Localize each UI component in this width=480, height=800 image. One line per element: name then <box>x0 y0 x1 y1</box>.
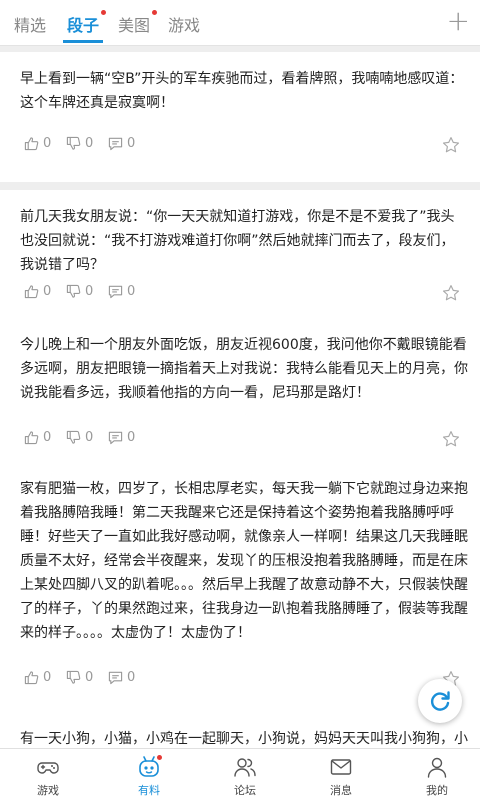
like-count: 0 <box>43 430 52 445</box>
gamepad-icon <box>37 762 59 774</box>
comment-count: 0 <box>127 284 136 299</box>
nav-label: 有料 <box>138 784 160 797</box>
tab-label: 精选 <box>14 16 47 35</box>
nav-label: 论坛 <box>234 784 256 797</box>
thumbs-down-icon <box>66 136 81 150</box>
thumbs-up-icon <box>24 671 39 685</box>
tab-label: 段子 <box>67 16 100 35</box>
nav-label: 游戏 <box>37 784 59 797</box>
dislike-count: 0 <box>85 430 94 445</box>
post-text: 早上看到一辆“空B”开头的军车疾驰而过，看着牌照，我喃喃地感叹道：这个车牌还真是… <box>20 71 464 111</box>
post-text: 今儿晚上和一个朋友外面吃饭，朋友近视600度，我问他你不戴眼镜能看多远啊，朋友把… <box>20 337 468 401</box>
thumbs-down-icon <box>66 284 81 298</box>
comment-count: 0 <box>127 670 136 685</box>
nav-label: 我的 <box>426 784 448 797</box>
dislike-button[interactable]: 0 <box>66 670 93 685</box>
bottom-nav-bar: 游戏 有料 论坛 消息 我的 <box>0 748 480 800</box>
like-button[interactable]: 0 <box>24 136 51 151</box>
nav-label: 消息 <box>330 784 352 797</box>
new-badge-dot <box>152 10 158 15</box>
tab-youxi[interactable]: 游戏 <box>168 12 200 36</box>
refresh-button[interactable] <box>418 679 462 723</box>
like-count: 0 <box>43 670 52 685</box>
nav-youliao[interactable]: 有料 <box>101 753 197 799</box>
star-icon[interactable] <box>442 136 460 154</box>
thumbs-up-icon <box>24 431 39 445</box>
nav-youxi[interactable]: 游戏 <box>0 753 96 799</box>
tab-duanzi[interactable]: 段子 <box>67 10 107 36</box>
comment-button[interactable]: 0 <box>108 430 135 445</box>
comment-icon <box>108 285 123 299</box>
post-card: 早上看到一辆“空B”开头的军车疾驰而过，看着牌照，我喃喃地感叹道：这个车牌还真是… <box>0 52 480 182</box>
like-button[interactable]: 0 <box>24 430 51 445</box>
top-tab-bar: 精选 段子 美图 游戏 + <box>0 0 480 46</box>
tab-label: 美图 <box>118 16 151 35</box>
nav-luntan[interactable]: 论坛 <box>197 753 293 799</box>
star-icon[interactable] <box>442 430 460 448</box>
nav-wode[interactable]: 我的 <box>389 753 480 799</box>
dislike-button[interactable]: 0 <box>66 430 93 445</box>
like-count: 0 <box>43 136 52 151</box>
comment-button[interactable]: 0 <box>108 670 135 685</box>
thumbs-down-icon <box>66 430 81 444</box>
dislike-button[interactable]: 0 <box>66 136 93 151</box>
comment-count: 0 <box>127 136 136 151</box>
nav-xiaoxi[interactable]: 消息 <box>293 753 389 799</box>
comment-count: 0 <box>127 430 136 445</box>
dislike-count: 0 <box>85 136 94 151</box>
forum-users-icon <box>234 758 256 777</box>
thumbs-up-icon <box>24 285 39 299</box>
refresh-icon <box>430 691 450 711</box>
comment-icon <box>108 137 123 151</box>
post-card: 家有肥猫一枚，四岁了，长相忠厚老实，每天我一躺下它就跑过身边来抱着我胳膊陪我睡！… <box>0 462 480 712</box>
dislike-count: 0 <box>85 284 94 299</box>
like-count: 0 <box>43 284 52 299</box>
comment-button[interactable]: 0 <box>108 136 135 151</box>
dislike-button[interactable]: 0 <box>66 284 93 299</box>
dislike-count: 0 <box>85 670 94 685</box>
star-icon[interactable] <box>442 284 460 302</box>
tab-label: 游戏 <box>168 16 201 35</box>
tab-meitu[interactable]: 美图 <box>118 10 158 36</box>
like-button[interactable]: 0 <box>24 670 51 685</box>
plus-icon[interactable]: + <box>447 6 470 36</box>
comment-button[interactable]: 0 <box>108 284 135 299</box>
post-text: 家有肥猫一枚，四岁了，长相忠厚老实，每天我一躺下它就跑过身边来抱着我胳膊陪我睡！… <box>20 481 468 641</box>
comment-icon <box>108 431 123 445</box>
envelope-icon <box>330 759 352 775</box>
comment-icon <box>108 671 123 685</box>
person-icon <box>427 757 447 778</box>
like-button[interactable]: 0 <box>24 284 51 299</box>
new-badge-dot <box>101 10 107 15</box>
new-badge-dot <box>157 755 162 760</box>
tab-jingxuan[interactable]: 精选 <box>14 12 46 36</box>
post-text: 前几天我女朋友说：“你一天天就知道打游戏，你是不是不爱我了”我头也没回就说：“我… <box>20 209 455 273</box>
thumbs-up-icon <box>24 137 39 151</box>
active-tab-underline <box>63 40 103 43</box>
thumbs-down-icon <box>66 670 81 684</box>
